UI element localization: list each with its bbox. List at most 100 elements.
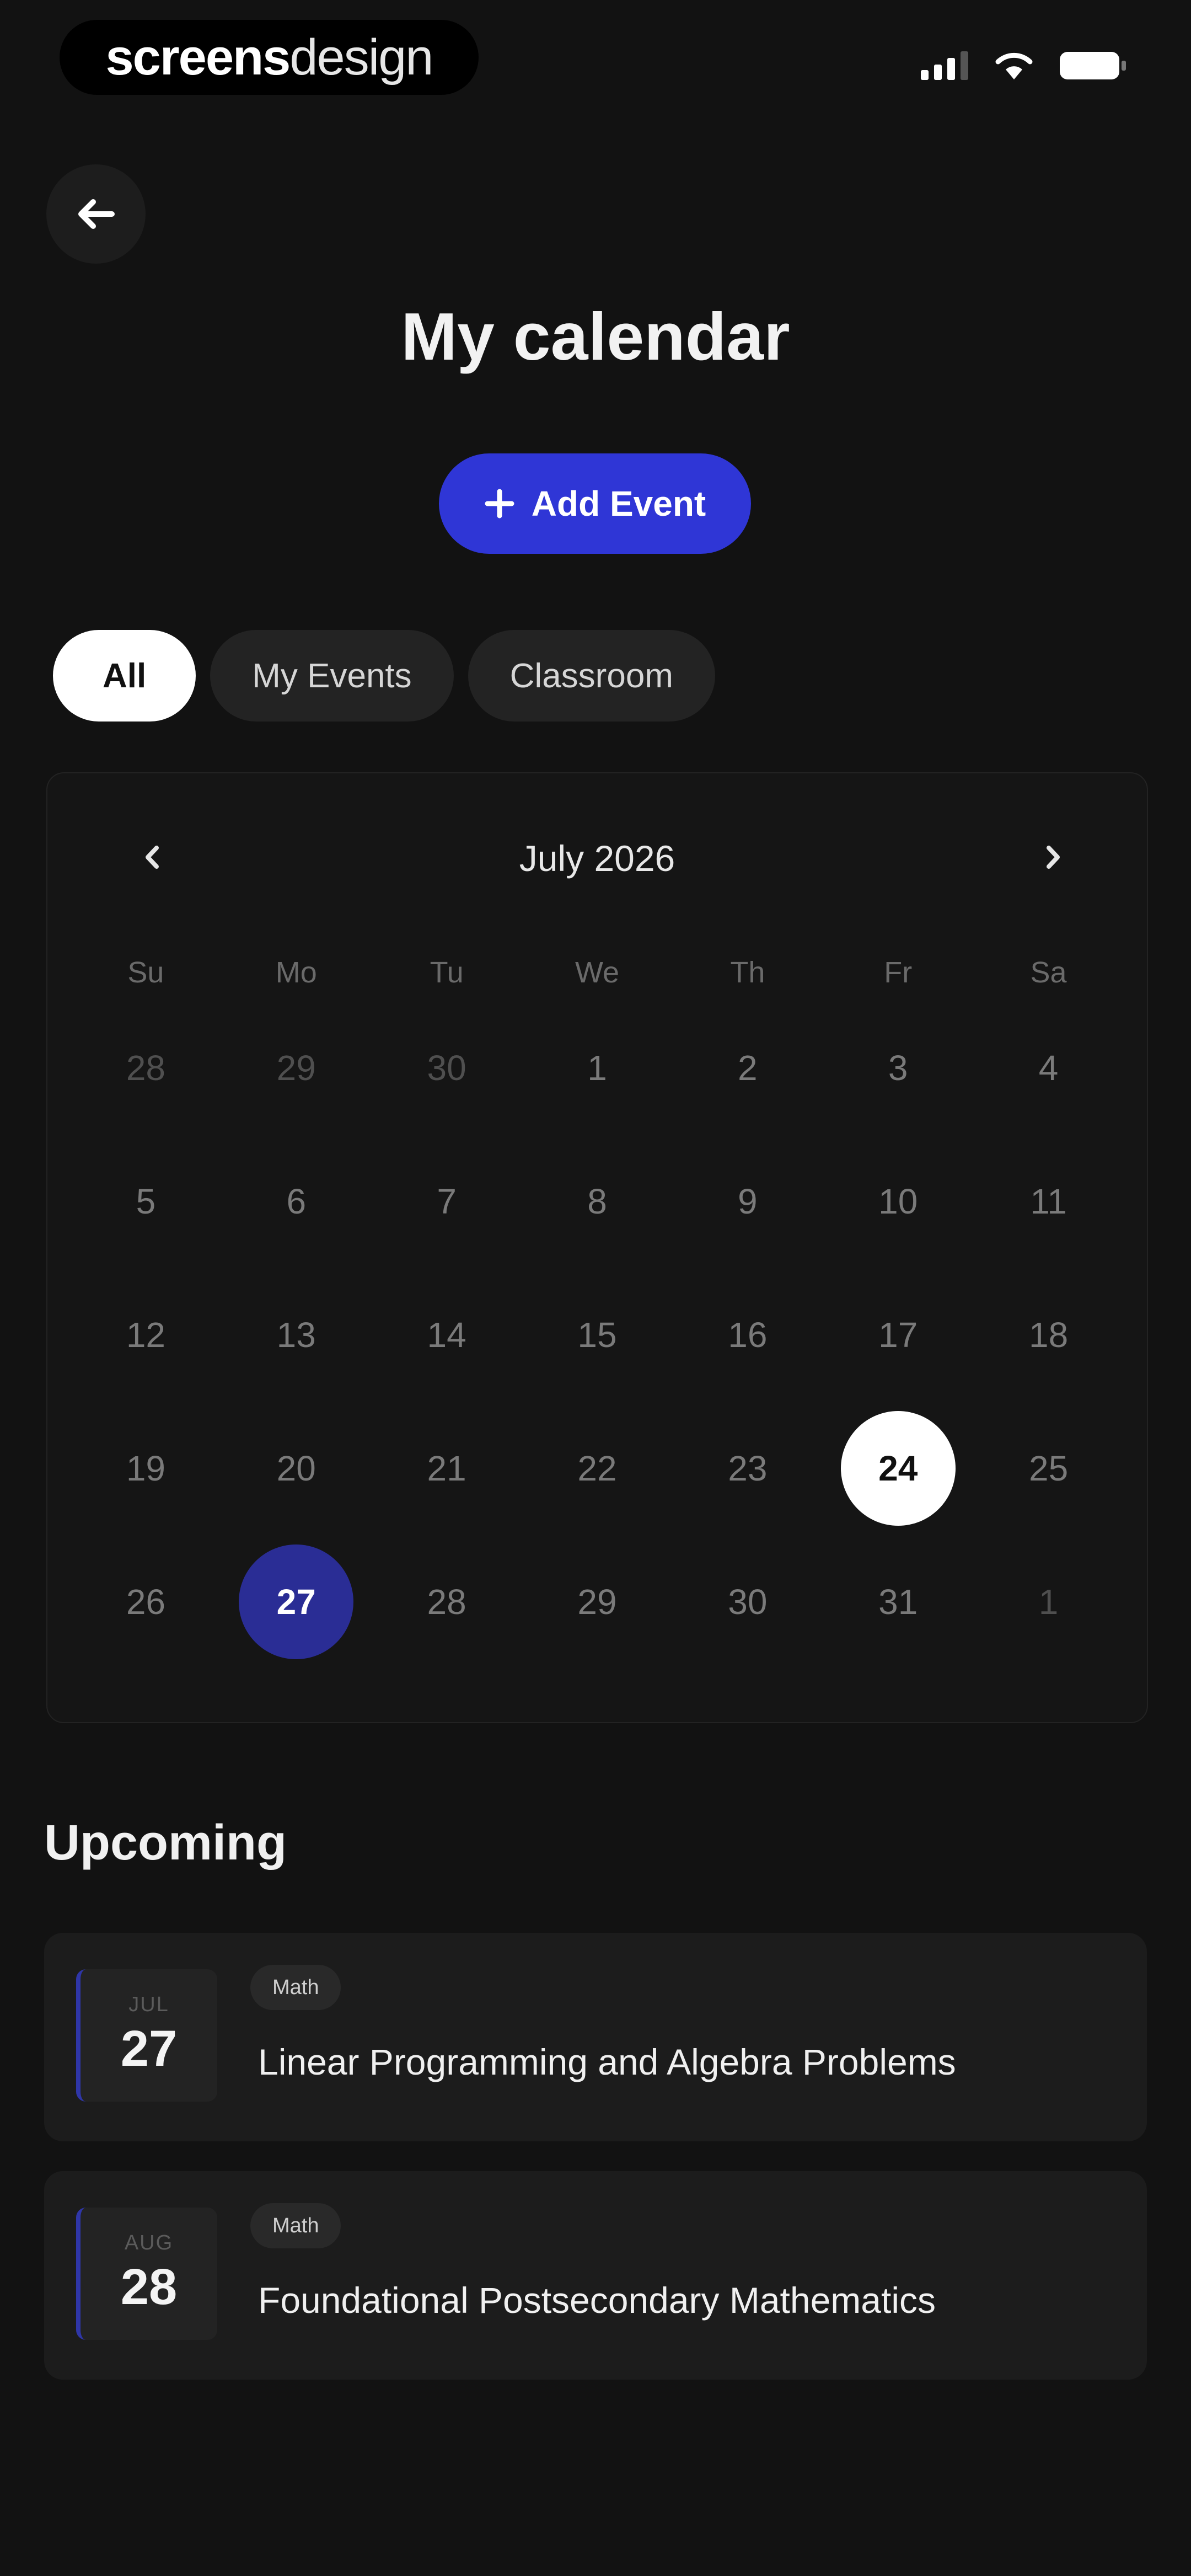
calendar-day[interactable]: 1 xyxy=(522,1027,673,1161)
calendar-day-number: 27 xyxy=(239,1544,354,1659)
calendar-day-number: 25 xyxy=(1028,1449,1069,1488)
calendar-day-number: 9 xyxy=(738,1182,758,1221)
calendar-day-number: 21 xyxy=(427,1449,466,1488)
calendar-day[interactable]: 4 xyxy=(973,1027,1124,1161)
brand-logo-bold: screens xyxy=(105,29,291,85)
calendar-day-number: 11 xyxy=(1030,1182,1067,1221)
plus-icon xyxy=(485,489,514,519)
brand-logo-light: design xyxy=(289,29,433,85)
calendar-day[interactable]: 13 xyxy=(221,1294,372,1428)
wifi-icon xyxy=(995,52,1033,79)
calendar-day-number: 28 xyxy=(427,1582,466,1622)
brand-logo: screens design xyxy=(60,20,479,95)
calendar-day-number: 20 xyxy=(276,1449,316,1488)
weekday-label: Mo xyxy=(275,956,317,989)
calendar-day[interactable]: 22 xyxy=(522,1428,673,1561)
calendar-day[interactable]: 20 xyxy=(221,1428,372,1561)
calendar-day[interactable]: 5 xyxy=(71,1161,221,1294)
calendar-day[interactable]: 28 xyxy=(71,1027,221,1161)
calendar-day[interactable]: 7 xyxy=(372,1161,522,1294)
calendar-day-number: 13 xyxy=(276,1315,316,1355)
add-event-button[interactable]: Add Event xyxy=(439,453,751,554)
status-icons xyxy=(921,51,1126,81)
chevron-right-icon xyxy=(1047,846,1060,869)
calendar-day-selected[interactable]: 27 xyxy=(221,1544,372,1695)
calendar-day-number: 3 xyxy=(888,1048,908,1088)
calendar-month-label: July 2026 xyxy=(519,838,675,879)
calendar-day[interactable]: 8 xyxy=(522,1161,673,1294)
calendar-day[interactable]: 31 xyxy=(823,1561,973,1695)
calendar-day-number: 19 xyxy=(126,1449,166,1488)
calendar-day-number: 8 xyxy=(587,1182,607,1221)
calendar-day[interactable]: 19 xyxy=(71,1428,221,1561)
calendar-day[interactable]: 18 xyxy=(973,1294,1124,1428)
filter-chip-all[interactable]: All xyxy=(53,630,196,722)
weekday-label: Fr xyxy=(884,956,913,989)
event-day: 28 xyxy=(120,2259,178,2315)
calendar-day-number: 31 xyxy=(878,1582,918,1622)
event-month: AUG xyxy=(124,2231,174,2254)
calendar-day-number: 7 xyxy=(437,1182,457,1221)
calendar-day-number: 23 xyxy=(728,1449,768,1488)
weekday-label: We xyxy=(575,956,619,989)
weekday-header: Su Mo Tu We Th Fr Sa xyxy=(71,955,1124,990)
weekday-label: Th xyxy=(730,956,765,989)
calendar-day-number: 18 xyxy=(1028,1315,1069,1355)
arrow-left-icon xyxy=(78,199,115,229)
next-month-button[interactable] xyxy=(1031,835,1075,879)
calendar-day-grid: 28 29 30 1 2 3 4 5 6 7 8 9 10 11 12 13 14 15 16 17 18 19 20 21 2… xyxy=(71,1027,1124,1695)
calendar-day-number: 17 xyxy=(878,1315,918,1355)
event-card[interactable]: JUL 27 Math Linear Programming and Algeb… xyxy=(44,1933,1147,2141)
event-day: 27 xyxy=(120,2021,178,2077)
calendar-day-number: 2 xyxy=(738,1048,758,1088)
calendar-day[interactable]: 10 xyxy=(823,1161,973,1294)
calendar-day-number: 29 xyxy=(577,1582,617,1622)
calendar-day[interactable]: 3 xyxy=(823,1027,973,1161)
calendar-day[interactable]: 28 xyxy=(372,1561,522,1695)
calendar-day-number: 10 xyxy=(878,1182,918,1221)
calendar-day-number: 14 xyxy=(427,1315,466,1355)
calendar-day[interactable]: 21 xyxy=(372,1428,522,1561)
calendar-day[interactable]: 15 xyxy=(522,1294,673,1428)
calendar-day[interactable]: 25 xyxy=(973,1428,1124,1561)
calendar-day-number: 29 xyxy=(276,1048,316,1088)
calendar-day-today[interactable]: 24 xyxy=(823,1411,973,1561)
page-title: My calendar xyxy=(401,299,790,374)
calendar-day[interactable]: 1 xyxy=(973,1561,1124,1695)
calendar-day-number: 30 xyxy=(728,1582,768,1622)
calendar-day-number: 15 xyxy=(577,1315,617,1355)
calendar-day[interactable]: 6 xyxy=(221,1161,372,1294)
calendar-day[interactable]: 2 xyxy=(672,1027,823,1161)
calendar-day[interactable]: 30 xyxy=(672,1561,823,1695)
calendar-day-number: 30 xyxy=(427,1048,466,1088)
weekday-label: Tu xyxy=(430,956,464,989)
calendar-day-number: 1 xyxy=(587,1048,607,1088)
event-card[interactable]: AUG 28 Math Foundational Postsecondary M… xyxy=(44,2171,1147,2380)
event-date-badge: AUG 28 xyxy=(76,2208,217,2340)
calendar-day[interactable]: 30 xyxy=(372,1027,522,1161)
upcoming-section-title: Upcoming xyxy=(44,1815,287,1870)
weekday-label: Su xyxy=(127,956,164,989)
calendar-day-number: 28 xyxy=(126,1048,166,1088)
filter-chip-classroom[interactable]: Classroom xyxy=(468,630,715,722)
calendar-day[interactable]: 9 xyxy=(672,1161,823,1294)
calendar-panel: July 2026 Su Mo Tu We Th Fr Sa 28 29 30 1 2 3… xyxy=(46,772,1148,1723)
calendar-day[interactable]: 12 xyxy=(71,1294,221,1428)
filter-chip-my-events[interactable]: My Events xyxy=(210,630,454,722)
calendar-day-number: 4 xyxy=(1038,1048,1059,1088)
calendar-day[interactable]: 14 xyxy=(372,1294,522,1428)
event-month: JUL xyxy=(128,1993,169,2016)
calendar-day[interactable]: 16 xyxy=(672,1294,823,1428)
back-button[interactable] xyxy=(46,164,146,264)
filter-tabs: All My Events Classroom xyxy=(53,630,715,722)
calendar-day-number: 24 xyxy=(840,1411,956,1526)
calendar-day[interactable]: 23 xyxy=(672,1428,823,1561)
calendar-day[interactable]: 17 xyxy=(823,1294,973,1428)
calendar-day[interactable]: 26 xyxy=(71,1561,221,1695)
calendar-day-number: 1 xyxy=(1038,1582,1059,1622)
weekday-label: Sa xyxy=(1030,956,1067,989)
calendar-day[interactable]: 29 xyxy=(221,1027,372,1161)
calendar-day[interactable]: 11 xyxy=(973,1161,1124,1294)
event-subject-tag: Math xyxy=(250,1965,341,2010)
calendar-day[interactable]: 29 xyxy=(522,1561,673,1695)
